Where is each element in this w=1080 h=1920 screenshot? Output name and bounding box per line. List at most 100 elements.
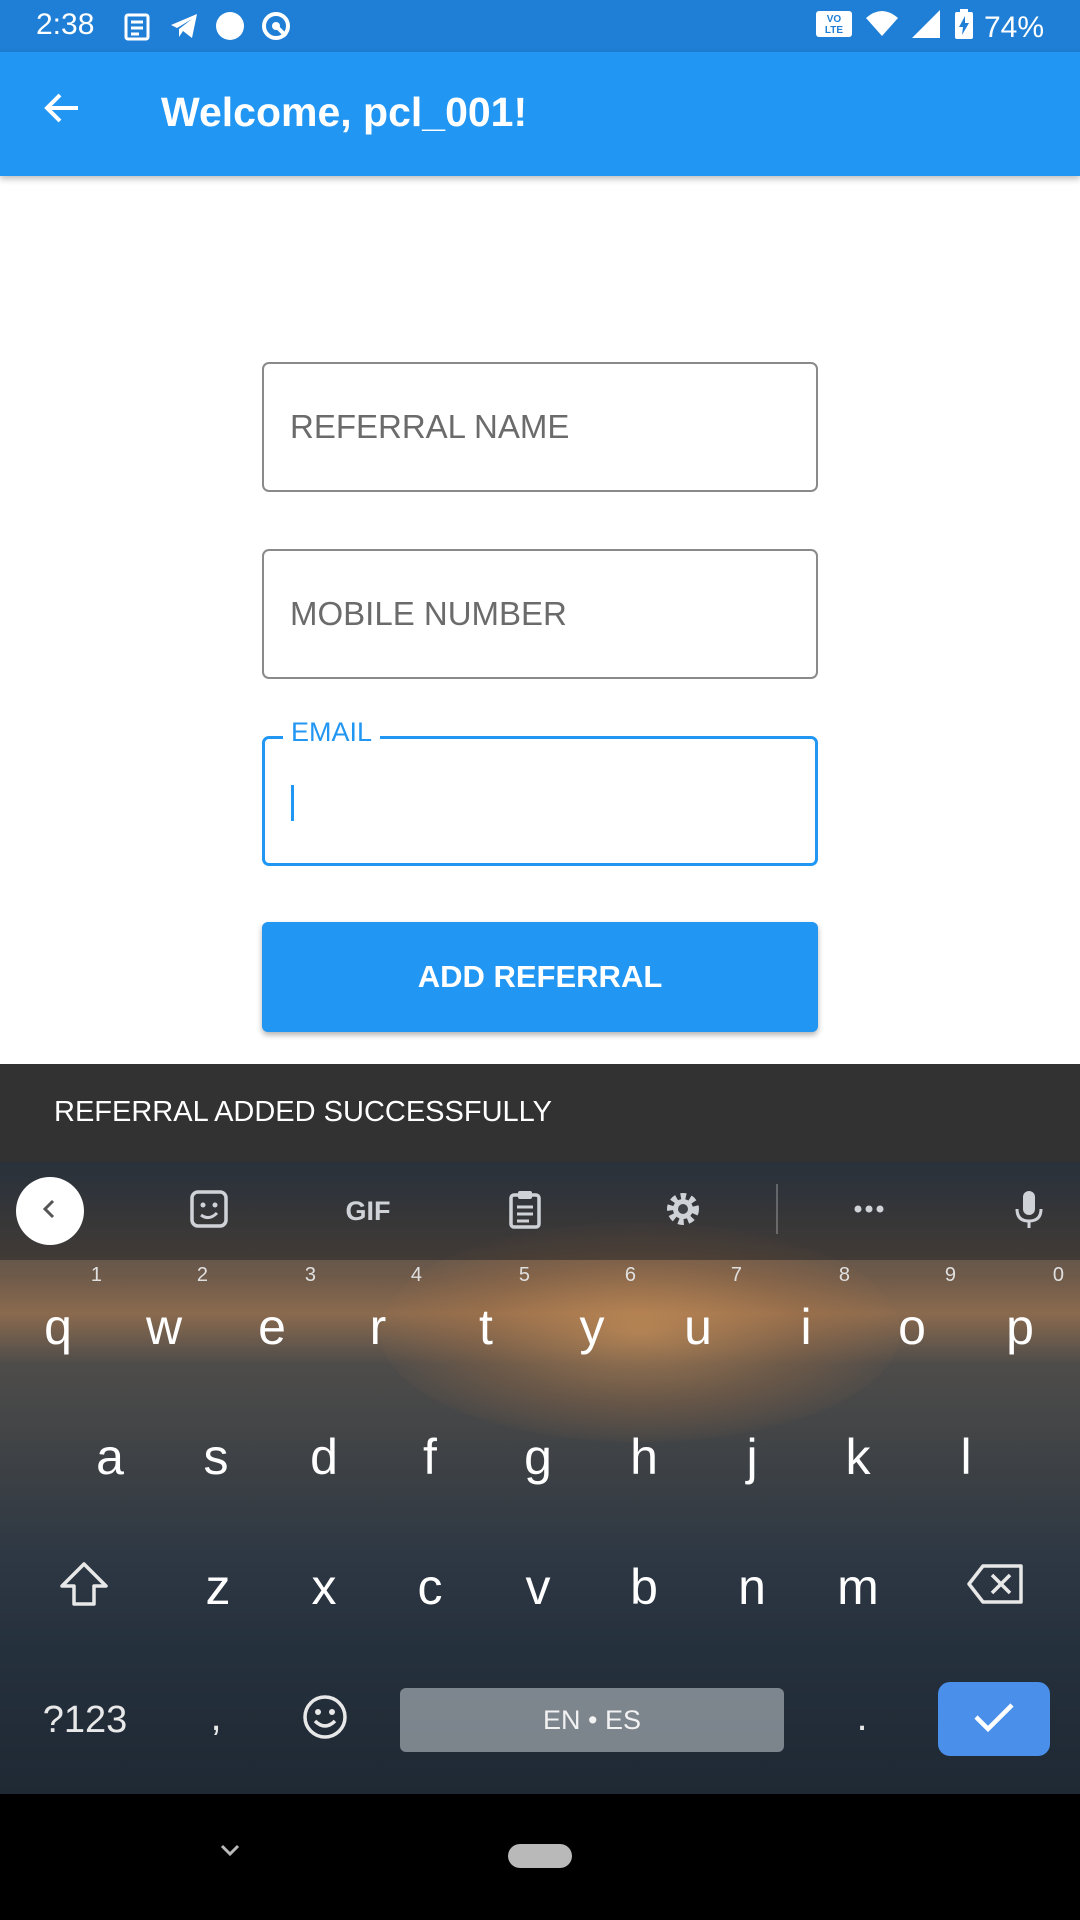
chevron-left-icon — [36, 1195, 64, 1228]
navigation-bar — [0, 1794, 1080, 1920]
email-field[interactable]: EMAIL — [262, 717, 818, 866]
shift-icon — [56, 1556, 112, 1617]
key-hint: 6 — [624, 1264, 636, 1286]
volte-icon: VO LTE — [814, 8, 854, 48]
emoji-icon — [301, 1693, 349, 1746]
enter-key[interactable] — [938, 1682, 1050, 1756]
clipboard-icon — [503, 1187, 547, 1236]
key-d[interactable]: d — [274, 1428, 374, 1486]
key-hint: 7 — [730, 1264, 742, 1286]
status-notification-icons — [122, 10, 292, 42]
mobile-number-input[interactable] — [264, 551, 816, 677]
comma-key[interactable]: , — [196, 1682, 236, 1752]
key-label: e — [258, 1299, 286, 1355]
key-i[interactable]: 8i — [756, 1264, 856, 1356]
settings-button[interactable] — [658, 1186, 708, 1236]
gear-icon — [661, 1187, 705, 1236]
key-hint: 4 — [410, 1264, 422, 1286]
circle-icon — [214, 10, 246, 42]
snackbar: REFERRAL ADDED SUCCESSFULLY — [0, 1064, 1080, 1162]
toolbar-divider — [776, 1184, 778, 1234]
space-key[interactable]: EN • ES — [400, 1688, 784, 1752]
arrow-left-icon — [42, 88, 82, 133]
signal-icon — [910, 8, 944, 48]
nav-back-button[interactable] — [206, 1828, 254, 1876]
mobile-number-field[interactable] — [262, 549, 818, 679]
key-m[interactable]: m — [808, 1558, 908, 1616]
chevron-down-icon — [214, 1834, 246, 1871]
keyboard-toolbar: GIF — [0, 1162, 1080, 1260]
key-label: r — [369, 1299, 387, 1355]
key-r[interactable]: 4r — [328, 1264, 428, 1356]
microphone-icon — [1007, 1187, 1051, 1236]
key-k[interactable]: k — [808, 1428, 908, 1486]
key-p[interactable]: 0p — [970, 1264, 1070, 1356]
key-q[interactable]: 1q — [8, 1264, 108, 1356]
period-key[interactable]: . — [842, 1682, 882, 1752]
app-bar: Welcome, pcl_001! — [0, 52, 1080, 176]
key-hint: 0 — [1052, 1264, 1064, 1286]
gif-button[interactable]: GIF — [338, 1186, 398, 1236]
emoji-key[interactable] — [292, 1686, 358, 1752]
keyboard-collapse-button[interactable] — [16, 1177, 84, 1245]
key-e[interactable]: 3e — [222, 1264, 322, 1356]
gif-label: GIF — [345, 1195, 391, 1226]
key-hint: 8 — [838, 1264, 850, 1286]
sticker-icon — [187, 1187, 231, 1236]
keyboard: GIF 1q 2w 3e 4r 5t 6y 7u 8i 9o 0 p a s d… — [0, 1162, 1080, 1794]
key-y[interactable]: 6y — [542, 1264, 642, 1356]
page-title: Welcome, pcl_001! — [161, 89, 528, 135]
status-system-icons: VO LTE 74% — [814, 8, 1044, 48]
key-j[interactable]: j — [702, 1428, 802, 1486]
key-label: p — [1006, 1299, 1034, 1355]
key-h[interactable]: h — [594, 1428, 694, 1486]
key-v[interactable]: v — [488, 1558, 588, 1616]
svg-text:VO: VO — [827, 14, 842, 25]
backspace-key[interactable] — [956, 1546, 1036, 1626]
wifi-icon — [864, 8, 900, 48]
key-c[interactable]: c — [380, 1558, 480, 1616]
home-pill-icon[interactable] — [508, 1844, 572, 1868]
key-hint: 5 — [518, 1264, 530, 1286]
key-o[interactable]: 9o — [862, 1264, 962, 1356]
key-hint: 1 — [90, 1264, 102, 1286]
key-g[interactable]: g — [488, 1428, 588, 1486]
add-referral-button[interactable]: ADD REFERRAL — [262, 922, 818, 1032]
more-horizontal-icon — [847, 1187, 891, 1236]
key-label: w — [145, 1299, 183, 1355]
status-bar: 2:38 VO LTE 74% — [0, 0, 1080, 52]
key-b[interactable]: b — [594, 1558, 694, 1616]
sync-icon — [260, 10, 292, 42]
key-z[interactable]: z — [168, 1558, 268, 1616]
symbols-key[interactable]: ?123 — [30, 1688, 140, 1752]
key-x[interactable]: x — [274, 1558, 374, 1616]
key-label: y — [579, 1299, 605, 1355]
shift-key[interactable] — [44, 1546, 124, 1626]
backspace-icon — [965, 1560, 1027, 1613]
key-l[interactable]: l — [916, 1428, 1016, 1486]
voice-input-button[interactable] — [1004, 1186, 1054, 1236]
email-input[interactable] — [265, 739, 815, 863]
battery-charging-icon — [954, 8, 974, 48]
status-time: 2:38 — [36, 8, 95, 41]
clipboard-button[interactable] — [500, 1186, 550, 1236]
more-button[interactable] — [844, 1186, 894, 1236]
key-label: i — [800, 1299, 812, 1355]
referral-name-input[interactable] — [264, 364, 816, 490]
snackbar-message: REFERRAL ADDED SUCCESSFULLY — [54, 1096, 552, 1128]
key-w[interactable]: 2w — [114, 1264, 214, 1356]
svg-text:LTE: LTE — [825, 25, 843, 36]
telegram-icon — [168, 10, 200, 42]
key-u[interactable]: 7u — [648, 1264, 748, 1356]
key-n[interactable]: n — [702, 1558, 802, 1616]
news-icon — [122, 10, 154, 42]
key-t[interactable]: 5t — [436, 1264, 536, 1356]
key-s[interactable]: s — [166, 1428, 266, 1486]
key-a[interactable]: a — [60, 1428, 160, 1486]
sticker-button[interactable] — [184, 1186, 234, 1236]
key-f[interactable]: f — [380, 1428, 480, 1486]
back-button[interactable] — [34, 82, 90, 138]
key-hint: 2 — [196, 1264, 208, 1286]
key-label: q — [44, 1299, 72, 1355]
referral-name-field[interactable] — [262, 362, 818, 492]
